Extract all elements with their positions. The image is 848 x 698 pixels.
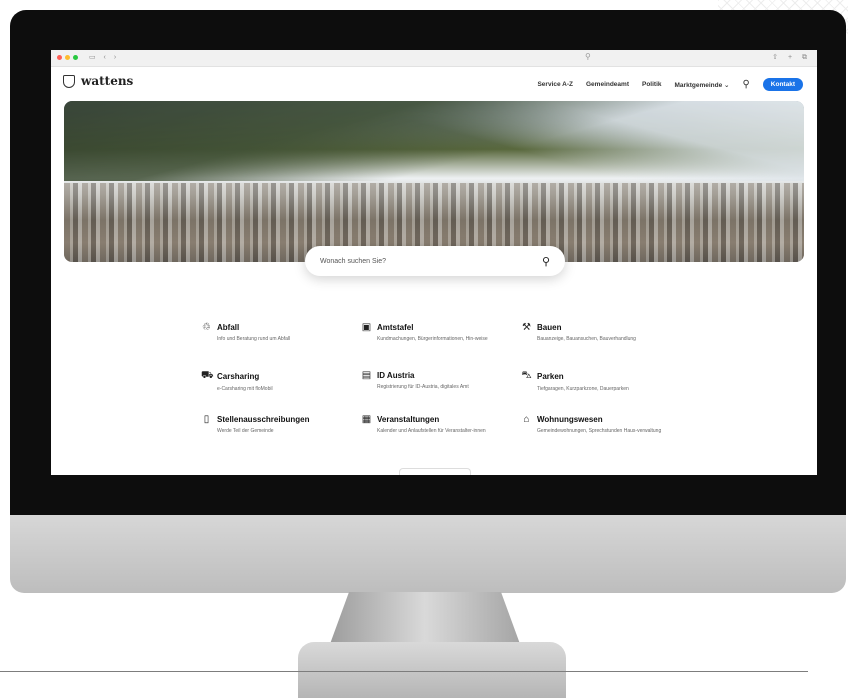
search-submit-icon[interactable]: ⚲	[542, 255, 550, 268]
trowel-icon: ⚒	[522, 322, 531, 333]
service-desc: Kalender und Anlaufstellen für Veranstal…	[377, 428, 486, 434]
document-icon: ▯	[203, 414, 210, 425]
car-icon: ⛟	[201, 370, 214, 381]
service-title: Bauen	[537, 323, 562, 332]
kontakt-button[interactable]: Kontakt	[762, 78, 803, 91]
nav-gemeindeamt[interactable]: Gemeindeamt	[586, 81, 629, 88]
minimize-dot[interactable]	[65, 55, 70, 60]
nav-service-a-z[interactable]: Service A-Z	[537, 81, 573, 88]
monitor-stand	[330, 592, 520, 644]
service-stellenausschreibungen[interactable]: ▯ Stellenausschreibungen Werde Teil der G…	[201, 414, 361, 435]
building-icon: ⌂	[523, 414, 530, 425]
service-desc: Info und Beratung rund um Abfall	[217, 336, 291, 342]
service-desc: Registrierung für ID-Austria, digitales …	[377, 384, 469, 390]
service-title: Stellenausschreibungen	[217, 415, 310, 424]
sidebar-icon[interactable]: ▭ ‹ ›	[89, 53, 119, 61]
chevron-down-icon: ⌄	[724, 81, 730, 89]
browser-screen: ▭ ‹ › ⚲ ⇧ + ⧉ wattens Service A-Z Gemein…	[51, 50, 817, 475]
window-controls	[57, 55, 78, 60]
parking-car-icon: ⛍	[521, 370, 532, 381]
service-abfall[interactable]: ♲ Abfall Info und Beratung rund um Abfall	[201, 322, 361, 343]
service-desc: e-Carsharing mit floMobil	[217, 386, 273, 392]
monitor-chin	[10, 515, 846, 593]
service-desc: Bauanzeige, Bauansuchen, Bauverhandlung	[537, 336, 636, 342]
monitor-base	[298, 642, 566, 698]
shield-icon	[63, 74, 75, 88]
site-name: wattens	[81, 74, 134, 88]
recycle-icon: ♲	[202, 322, 211, 333]
hero-mountains	[64, 101, 804, 181]
scroll-indicator[interactable]	[399, 468, 471, 475]
service-title: Veranstaltungen	[377, 415, 440, 424]
close-dot[interactable]	[57, 55, 62, 60]
service-amtstafel[interactable]: ▣ Amtstafel Kundmachungen, Bürgerinformat…	[361, 322, 521, 343]
service-carsharing[interactable]: ⛟ Carsharing e-Carsharing mit floMobil	[201, 370, 361, 393]
service-title: Amtstafel	[377, 323, 414, 332]
service-title: ID Austria	[377, 371, 415, 380]
service-title: Carsharing	[217, 372, 260, 381]
calendar-icon: ▦	[361, 414, 372, 425]
nav-marktgemeinde[interactable]: Marktgemeinde ⌄	[675, 81, 730, 89]
floor-line	[0, 671, 808, 672]
service-bauen[interactable]: ⚒ Bauen Bauanzeige, Bauansuchen, Bauverha…	[521, 322, 681, 343]
lock-icon: ⚲	[585, 52, 591, 61]
service-parken[interactable]: ⛍ Parken Tiefgaragen, Kurzparkzone, Dauer…	[521, 370, 681, 393]
service-desc: Kundmachungen, Bürgerinformationen, Hin-…	[377, 336, 488, 342]
service-veranstaltungen[interactable]: ▦ Veranstaltungen Kalender und Anlaufstel…	[361, 414, 521, 435]
site-header: wattens Service A-Z Gemeindeamt Politik …	[51, 67, 817, 101]
service-desc: Werde Teil der Gemeinde	[217, 428, 274, 434]
service-id-austria[interactable]: ▤ ID Austria Registrierung für ID-Austria…	[361, 370, 521, 391]
id-card-icon: ▤	[361, 370, 372, 381]
search-bar[interactable]: Wonach suchen Sie? ⚲	[305, 246, 565, 276]
nav-politik[interactable]: Politik	[642, 81, 662, 88]
service-title: Abfall	[217, 323, 240, 332]
service-title: Parken	[537, 372, 564, 381]
notice-board-icon: ▣	[361, 322, 372, 333]
service-desc: Gemeindewohnungen, Sprechstunden Haus-ve…	[537, 428, 662, 434]
hero-image	[64, 101, 804, 262]
main-nav: Service A-Z Gemeindeamt Politik Marktgem…	[537, 78, 803, 91]
search-input[interactable]: Wonach suchen Sie?	[320, 258, 386, 265]
site-logo[interactable]: wattens	[63, 74, 133, 88]
nav-marktgemeinde-label: Marktgemeinde	[674, 81, 723, 89]
service-desc: Tiefgaragen, Kurzparkzone, Dauerparken	[537, 386, 629, 392]
search-icon[interactable]: ⚲	[742, 79, 749, 90]
browser-chrome: ▭ ‹ › ⚲ ⇧ + ⧉	[51, 50, 817, 67]
service-wohnungswesen[interactable]: ⌂ Wohnungswesen Gemeindewohnungen, Sprech…	[521, 414, 681, 435]
service-title: Wohnungswesen	[537, 415, 603, 424]
maximize-dot[interactable]	[73, 55, 78, 60]
share-icon[interactable]: ⇧ + ⧉	[772, 53, 811, 62]
